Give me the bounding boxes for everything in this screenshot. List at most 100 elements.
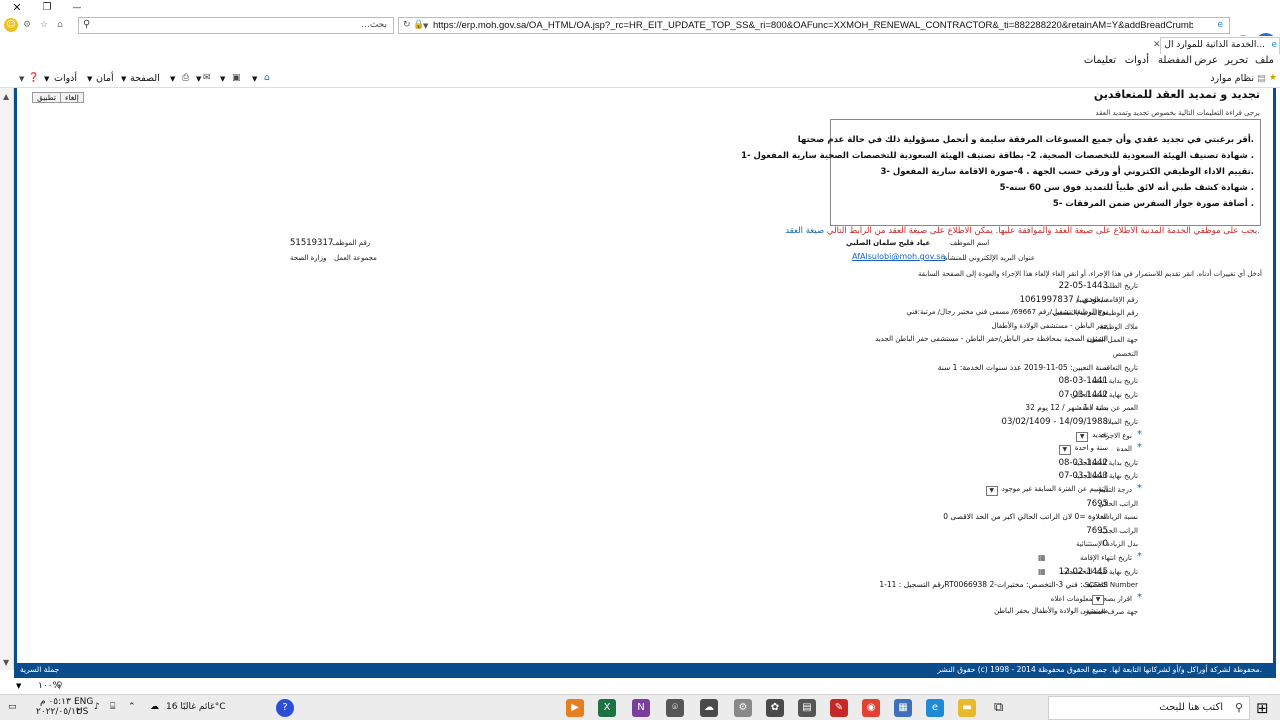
required-marker: * (1137, 442, 1142, 454)
safety-dropdown-icon[interactable]: ▼ (87, 75, 92, 83)
required-marker: * (1137, 591, 1142, 603)
pdf-reader-icon[interactable]: ✎ (830, 699, 848, 717)
photos-app-icon[interactable]: ☁ (700, 699, 718, 717)
smiley-feedback-icon[interactable]: ☺ (4, 18, 18, 32)
select-dropdown-icon[interactable]: ▼ (1076, 431, 1089, 442)
menu-tools[interactable]: أدوات (1125, 55, 1149, 66)
menu-bar: ملف تحرير عرض المفضلة أدوات تعليمات (0, 54, 1280, 70)
mail-dropdown-icon[interactable]: ▼ (196, 75, 201, 83)
gear-settings-icon[interactable]: ⚙ (20, 18, 34, 32)
feeds-icon[interactable]: ▣ (232, 73, 241, 83)
select-dropdown-icon[interactable]: ▼ (985, 486, 998, 496)
notifications-icon[interactable]: ▭ (8, 702, 17, 712)
dropdown-arrow-icon[interactable]: ▼ (423, 22, 428, 30)
warning-text: يجب على موظفي الخدمة المدنية الاطلاع على… (826, 226, 1258, 236)
close-tab-icon[interactable]: ✕ (1153, 40, 1161, 50)
volume-icon[interactable]: ♪ (94, 702, 100, 712)
file-explorer-icon[interactable]: ▬ (958, 699, 976, 717)
select-dropdown-icon[interactable]: ▼ (1058, 445, 1071, 456)
instructions-text: يرجى قراءة التعليمات التالية بخصوص تجديد… (1095, 109, 1260, 117)
form-field-value[interactable]: سنة و احدة (1075, 444, 1108, 452)
form-field-value[interactable]: التقييم عن الفترة السابقة غير موجود (1002, 485, 1108, 493)
menu-favorites[interactable]: المفضلة (1158, 55, 1192, 66)
print-icon[interactable]: ⎙ (182, 73, 189, 83)
clock-time[interactable]: ٠٥:١٣ م (40, 697, 71, 707)
form-field-value[interactable]: تجديد (1092, 431, 1108, 439)
network-app-icon[interactable]: ⌾ (666, 699, 684, 717)
feeds-dropdown-icon[interactable]: ▼ (220, 75, 225, 83)
cmd-tools[interactable]: أدوات (54, 73, 77, 84)
close-window-icon[interactable]: ✕ (8, 1, 26, 15)
form-field-value: الشئون الصحية بمحافظة حفر الباطن/حفر الب… (875, 335, 1108, 344)
media-app-icon[interactable]: ▤ (798, 699, 816, 717)
apply-button[interactable]: تطبيق (32, 92, 62, 103)
form-field-label: تاريخ انتهاء الإقامة (1080, 554, 1132, 562)
home-page-icon[interactable]: ⌂ (264, 73, 270, 83)
mail-icon[interactable]: ✉ (203, 73, 211, 83)
weather-text[interactable]: غائم غالبًا 16°C (166, 702, 226, 712)
input-language[interactable]: ENG (74, 697, 93, 707)
declaration-line: 5-شهادة كشف طبي أنه لائق طبياً للتمديد ف… (999, 183, 1254, 193)
add-favorite-star-icon[interactable]: ★ (1269, 73, 1277, 83)
home-icon[interactable]: ⌂ (53, 18, 67, 32)
cancel-button[interactable]: إلغاء (60, 92, 84, 103)
paint-app-icon[interactable]: ✿ (766, 699, 784, 717)
help-app-icon[interactable]: ? (276, 699, 294, 717)
cmd-safety[interactable]: أمان (96, 73, 114, 84)
favorites-star-icon[interactable]: ☆ (37, 18, 51, 32)
form-field-value: 12-02-1445 (1058, 566, 1108, 577)
workgroup-value: وزارة الصحة (290, 254, 327, 262)
form-field-value: حفر الباطن - مستشفى الولادة والأطفال (991, 321, 1108, 330)
favorite-site-link[interactable]: نظام موارد ▤ (1210, 73, 1266, 84)
windows-start-icon[interactable]: ⊞ (1256, 699, 1269, 717)
select-dropdown-icon[interactable]: ▼ (1092, 594, 1104, 605)
menu-file[interactable]: ملف (1255, 55, 1274, 66)
calendar-icon[interactable]: ▦ (1038, 553, 1046, 562)
page-content: ▲ ▼ تجديد و تمديد العقد للمتعاقدين تطبيق… (0, 88, 1280, 680)
cmd-page[interactable]: الصفحة (130, 73, 160, 84)
zoom-dropdown-icon[interactable]: ▼ (16, 682, 21, 690)
internet-explorer-icon[interactable]: e (926, 699, 944, 717)
excel-icon[interactable]: X (598, 699, 616, 717)
show-hidden-icons[interactable]: ⌃ (128, 702, 136, 712)
taskbar-search-placeholder: اكتب هنا للبحث (1159, 702, 1223, 713)
calculator-icon[interactable]: ▦ (894, 699, 912, 717)
address-url[interactable]: https://erp.moh.gov.sa/OA_HTML/OA.jsp?_r… (433, 20, 1193, 31)
vertical-scrollbar[interactable]: ▲ ▼ (0, 88, 14, 670)
taskbar-search[interactable]: اكتب هنا للبحث ⚲ (1048, 696, 1250, 720)
settings-app-icon[interactable]: ⚙ (734, 699, 752, 717)
restore-window-icon[interactable]: ❐ (38, 1, 56, 15)
zoom-icon[interactable]: ⚲ (56, 681, 63, 691)
help-icon[interactable]: ❓ (28, 73, 39, 83)
weather-icon[interactable]: ☁ (150, 702, 159, 712)
form-field-value: 08-03-1441 (1058, 376, 1108, 387)
page-title: تجديد و تمديد العقد للمتعاقدين (1093, 88, 1260, 101)
tools-dropdown-icon[interactable]: ▼ (44, 75, 49, 83)
clock-date[interactable]: ٢٠٢٢/٠٥/١٣ (36, 707, 81, 717)
task-view-icon[interactable]: ⧉ (994, 700, 1003, 715)
chrome-icon[interactable]: ◉ (862, 699, 880, 717)
search-box[interactable]: ⚲ ...بحث (78, 17, 394, 34)
onenote-icon[interactable]: N (632, 699, 650, 717)
privacy-link[interactable]: جملة السرية (20, 665, 59, 674)
tab-active[interactable]: ✕ الخدمة الذاتية للموارد ال... e (1153, 37, 1280, 54)
print-dropdown-icon[interactable]: ▼ (170, 75, 175, 83)
workgroup-label: مجموعة العمل (334, 254, 377, 262)
network-icon[interactable]: ⌸ (110, 702, 115, 712)
address-bar[interactable]: ↻ 🔒 ▼ https://erp.moh.gov.sa/OA_HTML/OA.… (398, 17, 1230, 34)
scroll-down-icon[interactable]: ▼ (3, 658, 9, 667)
media-player-icon[interactable]: ▶ (566, 699, 584, 717)
email-link[interactable]: AfAlsulobi@moh.gov.sa (852, 252, 945, 261)
menu-edit[interactable]: تحرير (1225, 55, 1248, 66)
minimize-window-icon[interactable]: — (68, 1, 86, 15)
menu-help[interactable]: تعليمات (1084, 55, 1116, 66)
page-dropdown-icon[interactable]: ▼ (121, 75, 126, 83)
menu-view[interactable]: عرض (1194, 55, 1218, 66)
scroll-up-icon[interactable]: ▲ (3, 92, 9, 101)
calendar-icon[interactable]: ▦ (1038, 567, 1046, 576)
refresh-icon[interactable]: ↻ (403, 20, 411, 30)
home-dropdown-icon[interactable]: ▼ (252, 75, 257, 83)
chevron-down-icon[interactable]: ▼ (19, 75, 24, 83)
command-bar: ▼ ❓ ▼ أدوات ▼ أمان ▼ الصفحة ▼ ⎙ ▼ ✉ ▼ ▣ … (0, 70, 1280, 88)
taskbar-search-icon: ⚲ (1234, 701, 1243, 714)
